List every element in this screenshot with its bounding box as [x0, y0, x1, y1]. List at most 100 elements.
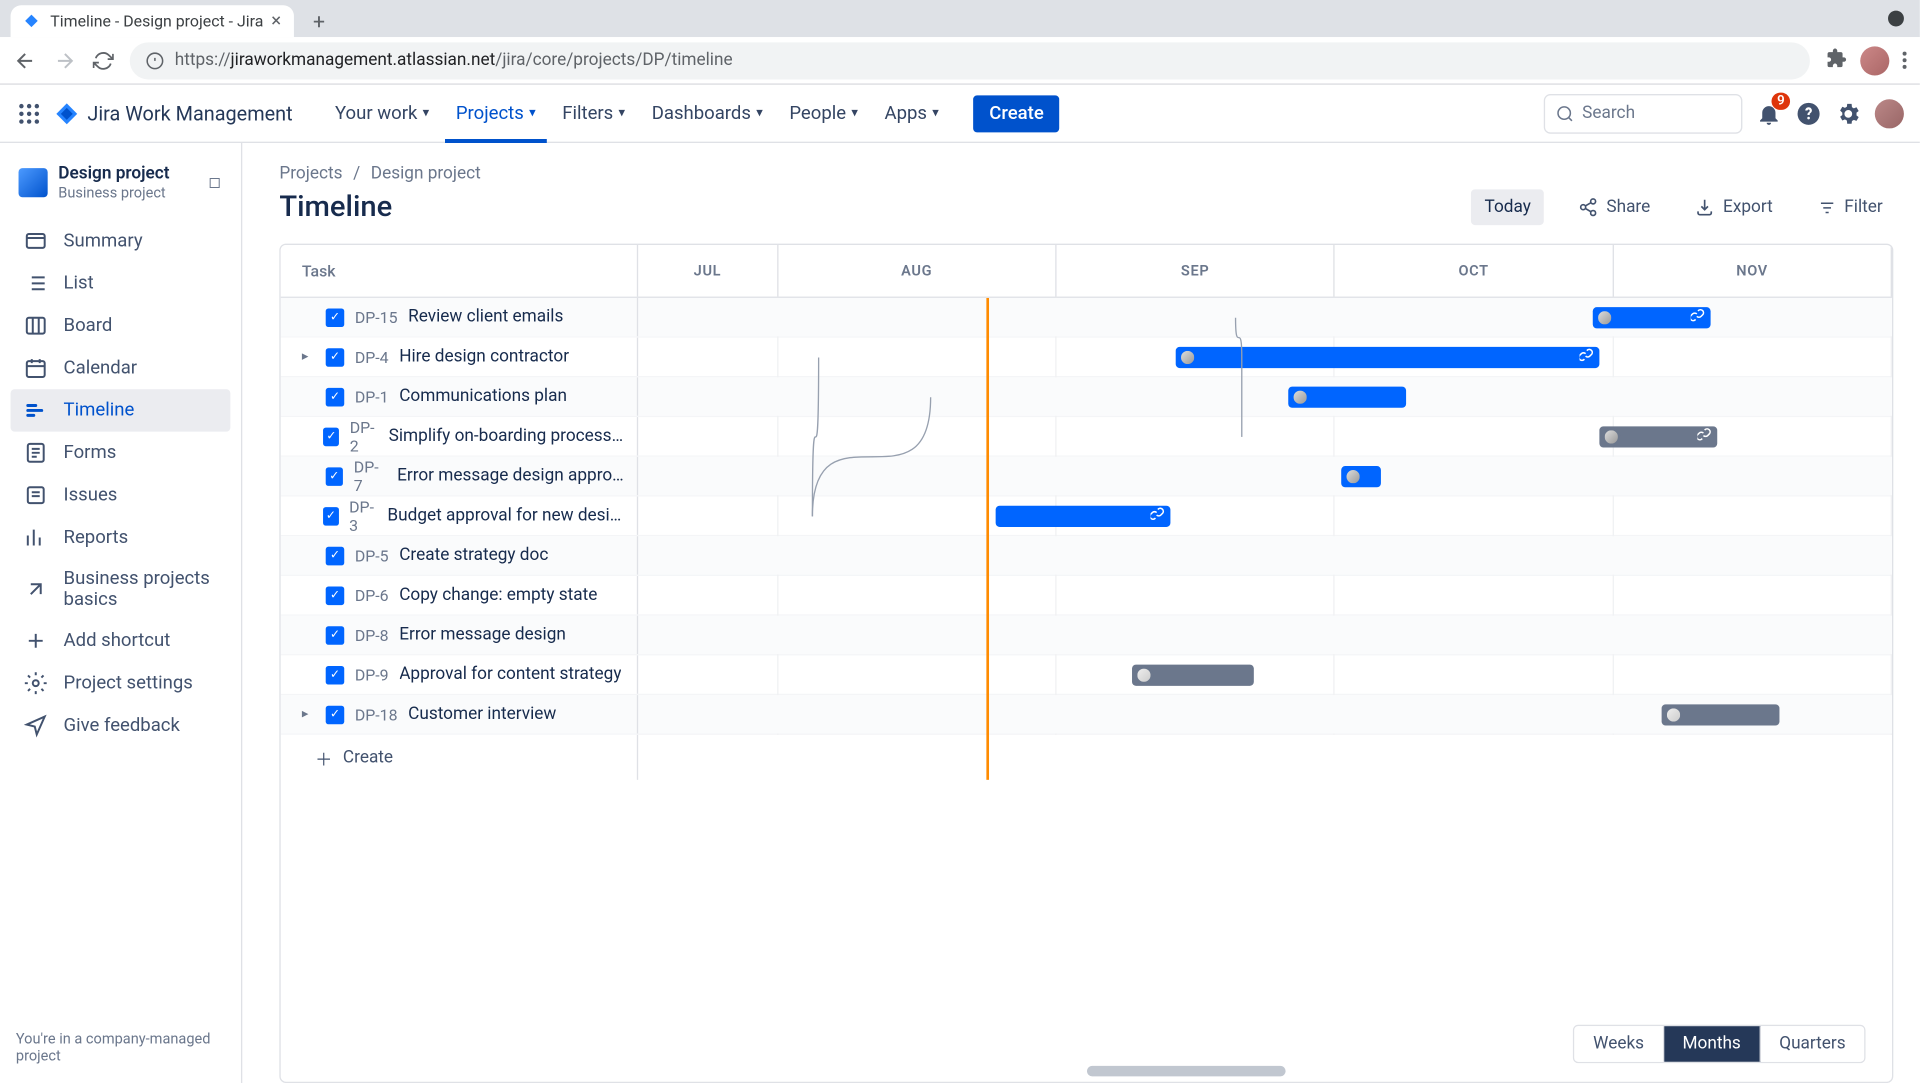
- timeline-bar[interactable]: [1593, 307, 1711, 328]
- profile-avatar[interactable]: [1860, 46, 1889, 75]
- sidebar-item-list[interactable]: List: [11, 262, 231, 304]
- task-row: ✓DP-3Budget approval for new design cont…: [281, 497, 1892, 537]
- browser-tab[interactable]: Timeline - Design project - Jira ×: [11, 5, 295, 37]
- nav-item-your-work[interactable]: Your work▾: [324, 84, 440, 142]
- summary-icon: [24, 229, 48, 253]
- sidebar-item-business-projects-basics[interactable]: Business projects basics: [11, 559, 231, 620]
- task-cell[interactable]: ✓DP-1Communications plan: [281, 377, 638, 415]
- task-type-icon: ✓: [326, 348, 345, 367]
- breadcrumb-item[interactable]: Design project: [371, 164, 481, 184]
- chevron-down-icon: ▾: [619, 106, 626, 121]
- zoom-weeks[interactable]: Weeks: [1575, 1026, 1664, 1062]
- sidebar-item-timeline[interactable]: Timeline: [11, 389, 231, 431]
- breadcrumb-item[interactable]: Projects: [279, 164, 342, 184]
- timeline-bar[interactable]: [1342, 466, 1382, 487]
- incognito-indicator: [1888, 11, 1904, 27]
- site-info-icon: [146, 51, 165, 70]
- sidebar-item-summary[interactable]: Summary: [11, 220, 231, 262]
- zoom-quarters[interactable]: Quarters: [1761, 1026, 1864, 1062]
- timeline-bar[interactable]: [1133, 665, 1254, 686]
- task-title: Error message design: [399, 625, 566, 645]
- create-task-button[interactable]: ＋ Create: [281, 735, 638, 780]
- sidebar-item-give-feedback[interactable]: Give feedback: [11, 704, 231, 746]
- timeline-bar[interactable]: [1288, 387, 1406, 408]
- task-row: ▸✓DP-4Hire design contractor: [281, 338, 1892, 378]
- nav-item-people[interactable]: People▾: [779, 84, 869, 142]
- product-logo[interactable]: Jira Work Management: [56, 101, 293, 125]
- task-key: DP-4: [355, 348, 389, 367]
- settings-button[interactable]: [1835, 100, 1861, 126]
- horizontal-scrollbar[interactable]: [1086, 1066, 1285, 1077]
- help-button[interactable]: [1795, 100, 1821, 126]
- sidebar-item-forms[interactable]: Forms: [11, 432, 231, 474]
- back-button[interactable]: [13, 48, 37, 72]
- sidebar-item-reports[interactable]: Reports: [11, 516, 231, 558]
- timeline-bar[interactable]: [1599, 426, 1717, 447]
- collapse-sidebar-icon[interactable]: ◇: [203, 170, 228, 195]
- task-type-icon: ✓: [326, 626, 345, 645]
- assignee-avatar: [1664, 706, 1683, 725]
- nav-item-filters[interactable]: Filters▾: [552, 84, 636, 142]
- task-title: Approval for content strategy: [399, 665, 621, 685]
- nav-item-projects[interactable]: Projects▾: [445, 84, 546, 142]
- month-header: OCT: [1335, 245, 1613, 297]
- task-row: ✓DP-6Copy change: empty state: [281, 576, 1892, 616]
- timeline-bar[interactable]: [1661, 704, 1779, 725]
- page-title: Timeline: [279, 191, 392, 224]
- filter-button[interactable]: Filter: [1807, 191, 1893, 224]
- zoom-months[interactable]: Months: [1664, 1026, 1761, 1062]
- task-cell[interactable]: ✓DP-2Simplify on-boarding process for ne…: [281, 417, 638, 455]
- month-header: JUL: [638, 245, 778, 297]
- close-tab-icon[interactable]: ×: [271, 11, 281, 32]
- sidebar-item-board[interactable]: Board: [11, 305, 231, 347]
- task-cell[interactable]: ✓DP-9Approval for content strategy: [281, 655, 638, 693]
- new-tab-button[interactable]: +: [305, 7, 333, 37]
- create-button[interactable]: Create: [973, 95, 1059, 132]
- nav-item-dashboards[interactable]: Dashboards▾: [641, 84, 773, 142]
- search-placeholder: Search: [1582, 103, 1635, 123]
- task-cell[interactable]: ▸✓DP-4Hire design contractor: [281, 338, 638, 376]
- task-key: DP-7: [354, 457, 387, 494]
- share-icon: [1579, 197, 1599, 217]
- task-cell[interactable]: ✓DP-7Error message design approval: [281, 457, 638, 495]
- timeline-bar[interactable]: [1176, 347, 1599, 368]
- sidebar-item-project-settings[interactable]: Project settings: [11, 662, 231, 704]
- sidebar-item-calendar[interactable]: Calendar: [11, 347, 231, 389]
- task-row: ✓DP-9Approval for content strategy: [281, 655, 1892, 695]
- address-bar[interactable]: https://jiraworkmanagement.atlassian.net…: [130, 42, 1810, 79]
- reload-button[interactable]: [93, 50, 114, 71]
- nav-item-apps[interactable]: Apps▾: [874, 84, 950, 142]
- task-cell[interactable]: ✓DP-15Review client emails: [281, 298, 638, 336]
- project-avatar-icon: [19, 168, 48, 197]
- task-key: DP-15: [355, 308, 398, 327]
- browser-toolbar: https://jiraworkmanagement.atlassian.net…: [0, 37, 1920, 85]
- timeline-bar[interactable]: [996, 506, 1170, 527]
- sidebar-item-add-shortcut[interactable]: Add shortcut: [11, 620, 231, 662]
- extensions-icon[interactable]: [1826, 47, 1847, 73]
- expand-icon[interactable]: ▸: [302, 707, 315, 722]
- task-type-icon: ✓: [326, 387, 345, 406]
- task-cell[interactable]: ✓DP-3Budget approval for new design cont…: [281, 497, 638, 535]
- task-cell[interactable]: ✓DP-8Error message design: [281, 616, 638, 654]
- expand-icon[interactable]: ▸: [302, 350, 315, 365]
- notifications-button[interactable]: 9: [1756, 100, 1782, 126]
- today-button[interactable]: Today: [1471, 189, 1544, 225]
- export-button[interactable]: Export: [1685, 191, 1784, 224]
- task-cell[interactable]: ▸✓DP-18Customer interview: [281, 695, 638, 733]
- sidebar-item-issues[interactable]: Issues: [11, 474, 231, 516]
- browser-menu-icon[interactable]: [1903, 52, 1907, 69]
- forward-button[interactable]: [53, 48, 77, 72]
- user-avatar[interactable]: [1875, 99, 1904, 128]
- month-header: SEP: [1057, 245, 1335, 297]
- search-input[interactable]: Search: [1544, 93, 1743, 133]
- share-button[interactable]: Share: [1568, 191, 1661, 224]
- link-icon: [1579, 348, 1594, 367]
- breadcrumb: Projects / Design project: [279, 164, 1893, 184]
- task-cell[interactable]: ✓DP-5Create strategy doc: [281, 536, 638, 574]
- task-key: DP-1: [355, 387, 389, 406]
- app-switcher-icon[interactable]: [16, 100, 42, 126]
- project-header[interactable]: Design project Business project ◇: [11, 164, 231, 220]
- gear-icon: [1835, 100, 1861, 126]
- task-cell[interactable]: ✓DP-6Copy change: empty state: [281, 576, 638, 614]
- project-sidebar: Design project Business project ◇ Summar…: [0, 143, 242, 1083]
